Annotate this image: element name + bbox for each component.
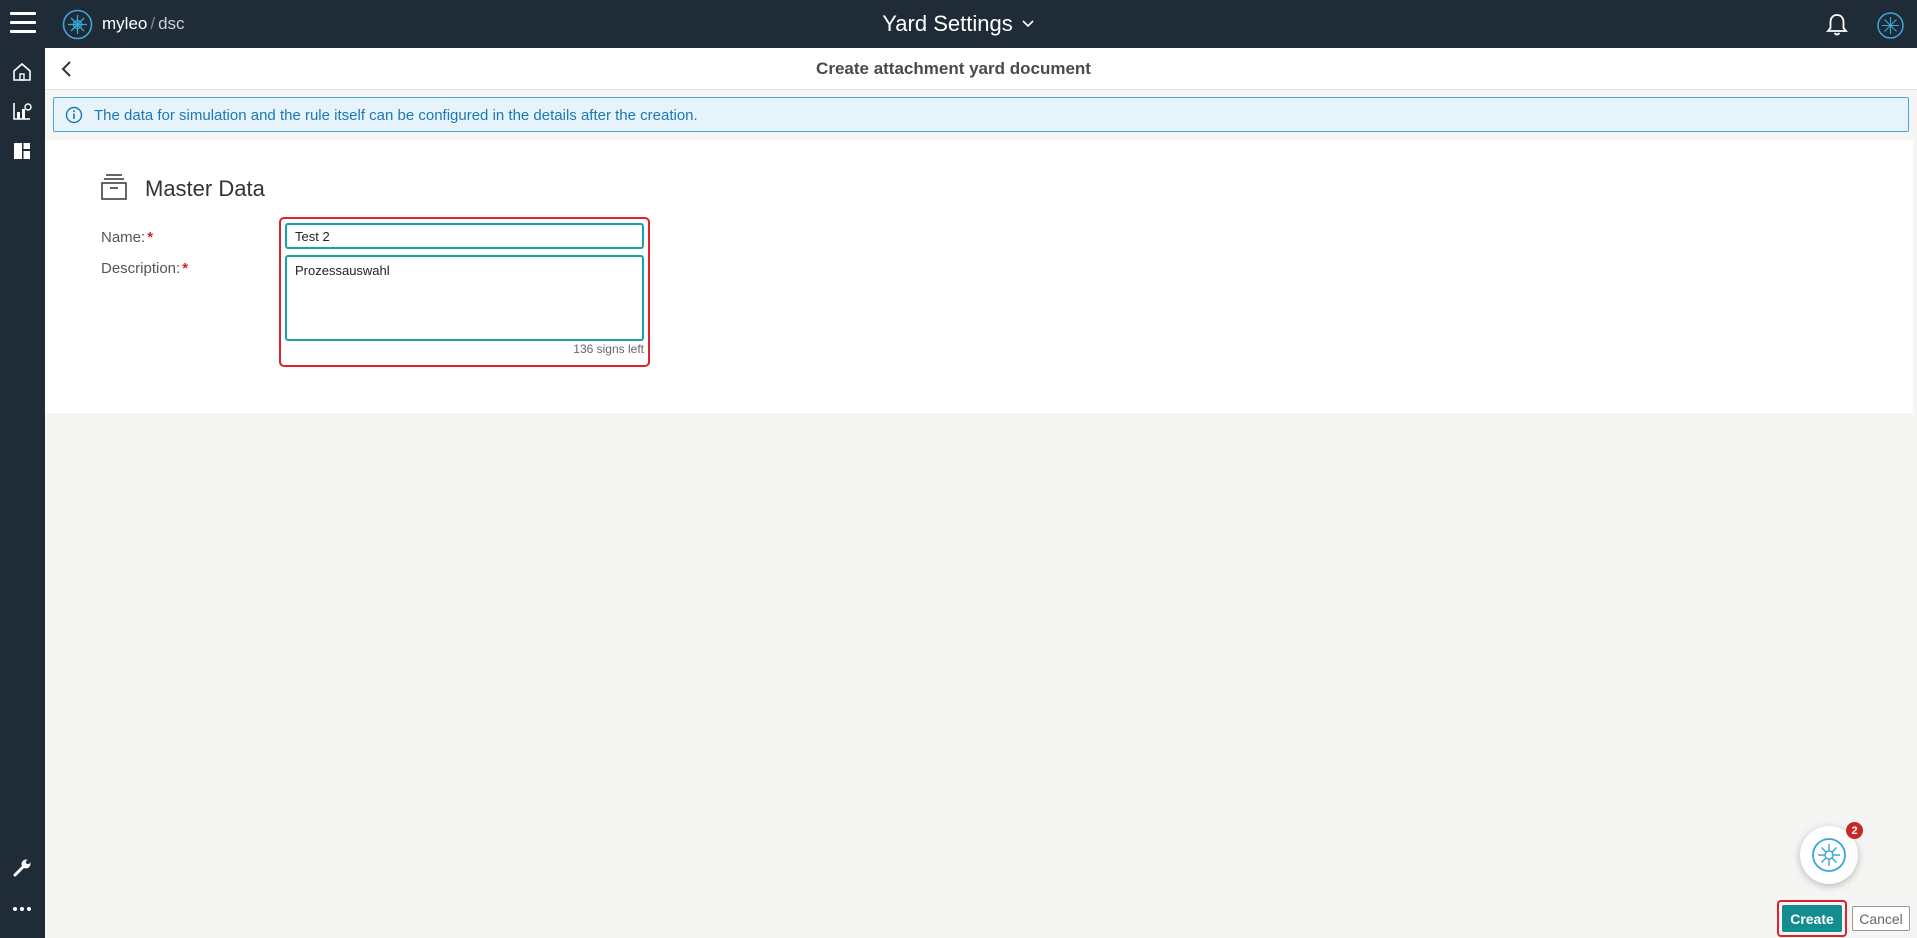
- char-count: 136 signs left: [573, 342, 644, 356]
- info-icon: [65, 106, 83, 124]
- name-label-text: Name:: [101, 229, 146, 246]
- name-field[interactable]: [285, 223, 644, 249]
- sidebar-item-dashboard[interactable]: [7, 136, 37, 166]
- sidebar-item-analytics[interactable]: [7, 96, 37, 126]
- assistant-badge: 2: [1846, 822, 1863, 839]
- user-avatar-icon[interactable]: [1876, 11, 1905, 40]
- info-banner: The data for simulation and the rule its…: [53, 97, 1909, 132]
- more-horizontal-icon: [13, 907, 31, 911]
- description-field[interactable]: Prozessauswahl: [285, 255, 644, 341]
- analytics-icon: [13, 103, 32, 120]
- hamburger-menu-icon[interactable]: [10, 12, 36, 34]
- app-switcher-dropdown[interactable]: Yard Settings: [882, 11, 1034, 37]
- brand-name: myleo / dsc: [102, 14, 185, 34]
- myleo-logo-icon[interactable]: [61, 8, 94, 41]
- sidebar-item-more[interactable]: [7, 894, 37, 924]
- required-marker: *: [147, 229, 154, 246]
- brand-separator: /: [150, 14, 156, 33]
- master-data-card: Master Data Name:* Description:* Prozess…: [45, 140, 1913, 413]
- brand-main: myleo: [102, 14, 148, 33]
- sidebar-item-tools[interactable]: [7, 853, 37, 883]
- create-button[interactable]: Create: [1782, 905, 1842, 932]
- page-title: Create attachment yard document: [816, 59, 1091, 78]
- top-navigation-bar: myleo / dsc Yard Settings: [0, 0, 1917, 48]
- description-label: Description: *: [101, 260, 188, 277]
- notification-bell-icon[interactable]: [1824, 12, 1850, 38]
- left-sidebar: [0, 48, 45, 938]
- name-label: Name: *: [101, 229, 153, 246]
- app-title-container: Yard Settings: [0, 11, 1917, 37]
- assistant-icon: [1812, 838, 1846, 872]
- chevron-down-icon: [1022, 20, 1034, 28]
- brand-product: dsc: [158, 14, 185, 33]
- page-header: Create attachment yard document: [45, 48, 1917, 90]
- info-text: The data for simulation and the rule its…: [94, 107, 698, 124]
- section-title: Master Data: [145, 176, 265, 201]
- wrench-icon: [13, 859, 31, 877]
- dashboard-icon: [14, 143, 30, 159]
- description-label-text: Description:: [101, 260, 181, 277]
- required-marker: *: [182, 260, 189, 277]
- cancel-button[interactable]: Cancel: [1852, 906, 1910, 931]
- app-title: Yard Settings: [882, 11, 1013, 36]
- archive-box-icon: [101, 174, 127, 200]
